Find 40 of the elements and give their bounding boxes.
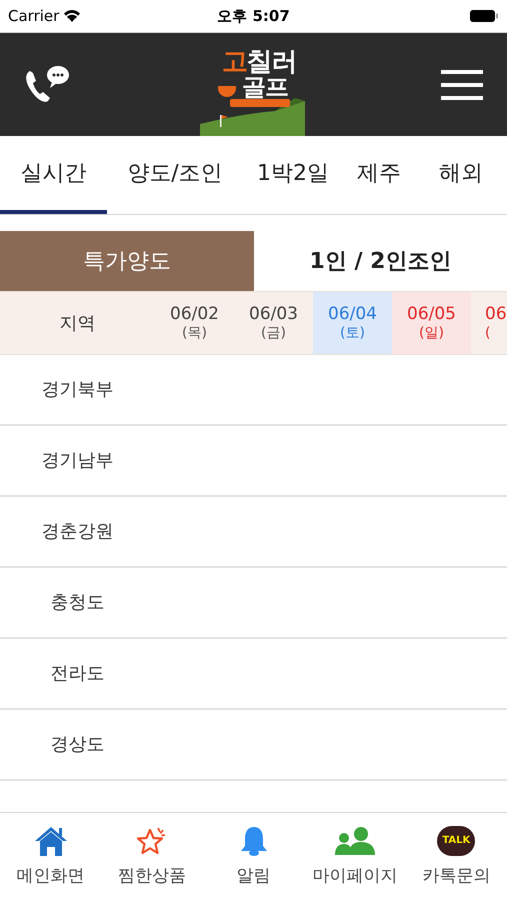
segment-button[interactable]: 특가양도 bbox=[0, 231, 254, 291]
nav-item[interactable]: TALK 카톡문의 bbox=[406, 813, 507, 900]
weekday-text: (금) bbox=[261, 324, 286, 342]
region-item[interactable]: 경기북부 bbox=[0, 376, 155, 403]
tab[interactable]: 실시간 bbox=[0, 136, 107, 214]
date-text: 06/03 bbox=[249, 304, 298, 325]
logo-text: 고칠러 bbox=[222, 49, 296, 75]
date-text: 06/04 bbox=[328, 304, 377, 325]
talk-bubble-icon: TALK bbox=[437, 826, 476, 856]
weekday-text: (토) bbox=[340, 324, 365, 342]
carrier-label: Carrier bbox=[8, 6, 60, 27]
house-icon bbox=[32, 824, 69, 857]
tab[interactable]: 해외 bbox=[415, 136, 507, 214]
weekday-text: (목) bbox=[182, 324, 207, 342]
region-item[interactable]: 경상도 bbox=[0, 731, 155, 758]
wifi-icon bbox=[63, 9, 82, 23]
tab[interactable]: 양도/조인 bbox=[107, 136, 243, 214]
nav-item[interactable]: 마이페이지 bbox=[304, 813, 406, 900]
column-header: 지역 bbox=[58, 312, 96, 336]
bell-icon bbox=[238, 824, 269, 857]
date-text: 06/02 bbox=[170, 304, 219, 325]
weekday-text: (일) bbox=[419, 324, 444, 342]
people-icon bbox=[334, 826, 376, 856]
region-item[interactable]: 충청도 bbox=[0, 589, 155, 616]
logo-text: 골프 bbox=[241, 75, 288, 99]
menu-icon[interactable] bbox=[441, 68, 483, 100]
date-text: 06 bbox=[485, 304, 507, 325]
nav-item[interactable]: 알림 bbox=[202, 813, 304, 900]
date-text: 06/05 bbox=[407, 304, 456, 325]
nav-item[interactable]: 찜한상품 bbox=[101, 813, 203, 900]
nav-item[interactable]: 메인화면 bbox=[0, 813, 102, 900]
tab[interactable]: 제주 bbox=[343, 136, 415, 214]
tab[interactable]: 1박2일 bbox=[243, 136, 343, 214]
battery-icon bbox=[469, 9, 499, 23]
weekday-text: ( bbox=[485, 324, 490, 342]
region-item[interactable]: 전라도 bbox=[0, 660, 155, 687]
status-time: 오후 5:07 bbox=[217, 6, 290, 27]
phone-chat-icon[interactable] bbox=[24, 64, 70, 104]
region-item[interactable]: 경기남부 bbox=[0, 447, 155, 474]
region-item[interactable]: 경춘강원 bbox=[0, 518, 155, 545]
